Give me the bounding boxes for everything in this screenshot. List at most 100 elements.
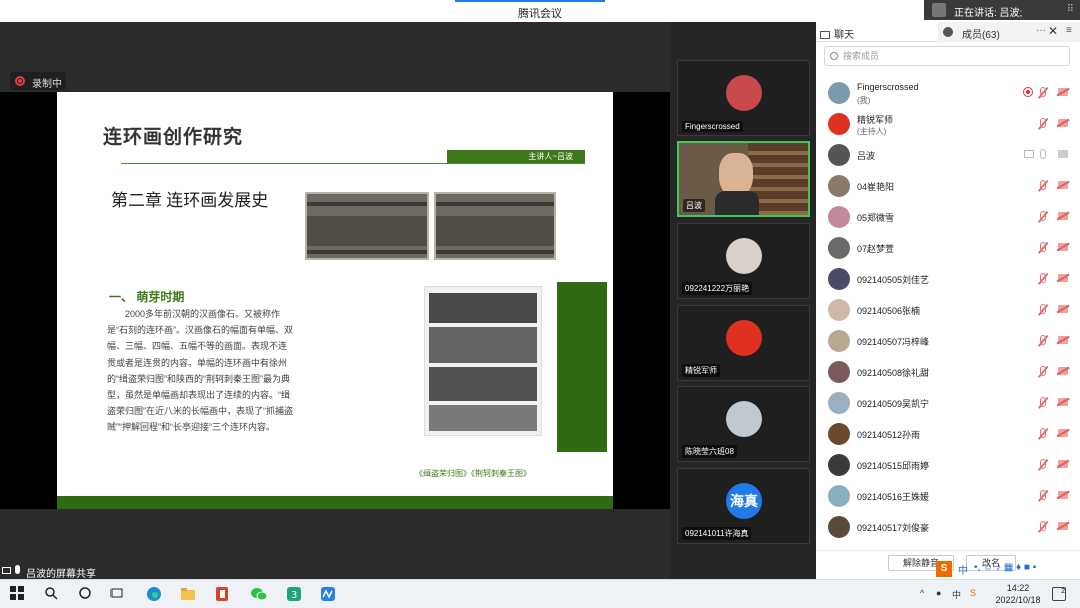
tab-members[interactable]: 成员(63) ··· ✕ ≡ — [938, 22, 1080, 42]
mic-muted-icon[interactable] — [1040, 459, 1046, 469]
rubbing-image-right — [434, 192, 556, 260]
green-accent-block — [557, 282, 607, 452]
camera-off-icon[interactable] — [1058, 181, 1068, 189]
camera-off-icon[interactable] — [1058, 274, 1068, 282]
close-icon[interactable]: ✕ — [1048, 24, 1058, 38]
tab-chat[interactable]: 聊天 — [820, 26, 854, 41]
speaking-grip-icon[interactable]: ⠿ — [1067, 4, 1074, 15]
list-item[interactable]: 092140505刘佳艺 — [816, 264, 1080, 294]
camera-off-icon[interactable] — [1058, 429, 1068, 437]
mic-muted-icon[interactable] — [1040, 335, 1046, 345]
list-item[interactable]: 吕波 — [816, 140, 1080, 170]
menu-icon[interactable]: ≡ — [1066, 25, 1072, 36]
tray-expand-icon[interactable]: ^ — [920, 588, 924, 598]
speaker-avatar — [932, 3, 946, 17]
ime-mode: 中 — [958, 566, 968, 577]
recording-icon — [15, 76, 25, 86]
office-icon[interactable] — [214, 586, 230, 602]
camera-off-icon[interactable] — [1058, 460, 1068, 468]
mic-muted-icon[interactable] — [1040, 490, 1046, 500]
avatar — [828, 392, 850, 414]
mic-muted-icon[interactable] — [1040, 304, 1046, 314]
speaking-indicator: 正在讲话: 吕波; ⠿ — [924, 0, 1080, 20]
camera-off-icon[interactable] — [1058, 336, 1068, 344]
avatar — [828, 330, 850, 352]
mic-muted-icon[interactable] — [1040, 211, 1046, 221]
member-name: 吕波 — [857, 151, 876, 161]
screen-icon — [2, 567, 11, 574]
speaking-label: 正在讲话: 吕波; — [954, 8, 1023, 19]
list-item[interactable]: 04崔艳阳 — [816, 171, 1080, 201]
list-item[interactable]: 05郑微雪 — [816, 202, 1080, 232]
mic-muted-icon[interactable] — [1040, 118, 1046, 128]
tencent-meeting-icon[interactable] — [320, 586, 336, 602]
search-icon[interactable] — [44, 586, 60, 602]
system-clock[interactable]: 14:22 2022/10/18 — [990, 582, 1046, 606]
video-tile[interactable]: Fingerscrossed — [677, 60, 810, 136]
member-name: 092140507冯梓峰 — [857, 337, 930, 347]
camera-off-icon[interactable] — [1058, 491, 1068, 499]
list-item[interactable]: 精锐军师 (主持人) — [816, 109, 1080, 139]
cortana-icon[interactable] — [78, 586, 94, 602]
video-tile[interactable]: 陈晓莹六班08 — [677, 386, 810, 462]
member-role: (主持人) — [857, 127, 887, 136]
tray-ime-indicator[interactable]: 中 — [952, 588, 961, 601]
screen-share-status[interactable]: 吕波的屏幕共享 — [0, 563, 210, 580]
camera-off-icon[interactable] — [1058, 305, 1068, 313]
recording-badge[interactable]: 录制中 — [10, 72, 66, 90]
camera-off-icon[interactable] — [1058, 398, 1068, 406]
ime-toolbar[interactable]: S 中 •, ☺ ♪ ▦ ♦ ■ ▪ — [936, 561, 1080, 577]
mic-muted-icon[interactable] — [1040, 366, 1046, 376]
file-explorer-icon[interactable] — [180, 586, 196, 602]
tray-mic-icon[interactable]: ● — [936, 588, 941, 598]
screen-share-label: 吕波的屏幕共享 — [26, 569, 96, 580]
video-tile[interactable]: 海真 092141011许海真 — [677, 468, 810, 544]
video-tile-active-speaker[interactable]: 吕波 — [677, 141, 810, 217]
camera-off-icon[interactable] — [1058, 212, 1068, 220]
camera-off-icon[interactable] — [1058, 367, 1068, 375]
tray-sogou-icon[interactable]: S — [970, 588, 976, 598]
mic-muted-icon[interactable] — [1040, 397, 1046, 407]
list-item[interactable]: Fingerscrossed (我) — [816, 78, 1080, 108]
member-name: 092140515邱雨婷 — [857, 461, 930, 471]
member-search-input[interactable]: 搜索成员 — [824, 46, 1070, 66]
list-item[interactable]: 092140515邱雨婷 — [816, 450, 1080, 480]
camera-off-icon[interactable] — [1058, 88, 1068, 96]
camera-off-icon[interactable] — [1058, 243, 1068, 251]
mic-muted-icon[interactable] — [1040, 273, 1046, 283]
mic-muted-icon[interactable] — [1040, 521, 1046, 531]
list-item[interactable]: 092140516王姝媛 — [816, 481, 1080, 511]
list-item[interactable]: 092140517刘俊豪 — [816, 512, 1080, 542]
app-3-icon[interactable]: 3 — [286, 586, 302, 602]
camera-icon[interactable] — [1058, 150, 1068, 158]
edge-browser-icon[interactable] — [146, 586, 162, 602]
list-item[interactable]: 092140509吴凯宁 — [816, 388, 1080, 418]
list-item[interactable]: 092140512孙雨 — [816, 419, 1080, 449]
camera-off-icon[interactable] — [1058, 522, 1068, 530]
video-tile[interactable]: 精锐军师 — [677, 305, 810, 381]
mic-icon[interactable] — [1040, 149, 1046, 159]
windows-start-icon[interactable] — [10, 586, 26, 602]
list-item[interactable]: 092140507冯梓峰 — [816, 326, 1080, 356]
wechat-icon[interactable] — [250, 586, 268, 602]
task-view-icon[interactable] — [109, 586, 126, 602]
list-item[interactable]: 092140506张楠 — [816, 295, 1080, 325]
avatar — [828, 144, 850, 166]
member-name: 092140509吴凯宁 — [857, 399, 930, 409]
camera-off-icon[interactable] — [1058, 119, 1068, 127]
avatar — [828, 206, 850, 228]
video-tile[interactable]: 092241222万丽艳 — [677, 223, 810, 299]
recording-label: 录制中 — [32, 79, 62, 90]
mic-muted-icon[interactable] — [1040, 428, 1046, 438]
mic-muted-icon[interactable] — [1040, 180, 1046, 190]
list-item[interactable]: 092140508徐礼甜 — [816, 357, 1080, 387]
mic-muted-icon[interactable] — [1040, 87, 1046, 97]
member-name: 092140508徐礼甜 — [857, 368, 930, 378]
mic-muted-icon[interactable] — [1040, 242, 1046, 252]
avatar — [726, 320, 762, 356]
presenter-bar: 主讲人~吕波 — [447, 150, 585, 164]
section-heading: 一、 萌芽时期 — [109, 290, 185, 304]
notification-center-icon[interactable]: 2 — [1052, 587, 1066, 601]
more-options-icon[interactable]: ··· — [1036, 25, 1046, 36]
list-item[interactable]: 07赵梦萱 — [816, 233, 1080, 263]
